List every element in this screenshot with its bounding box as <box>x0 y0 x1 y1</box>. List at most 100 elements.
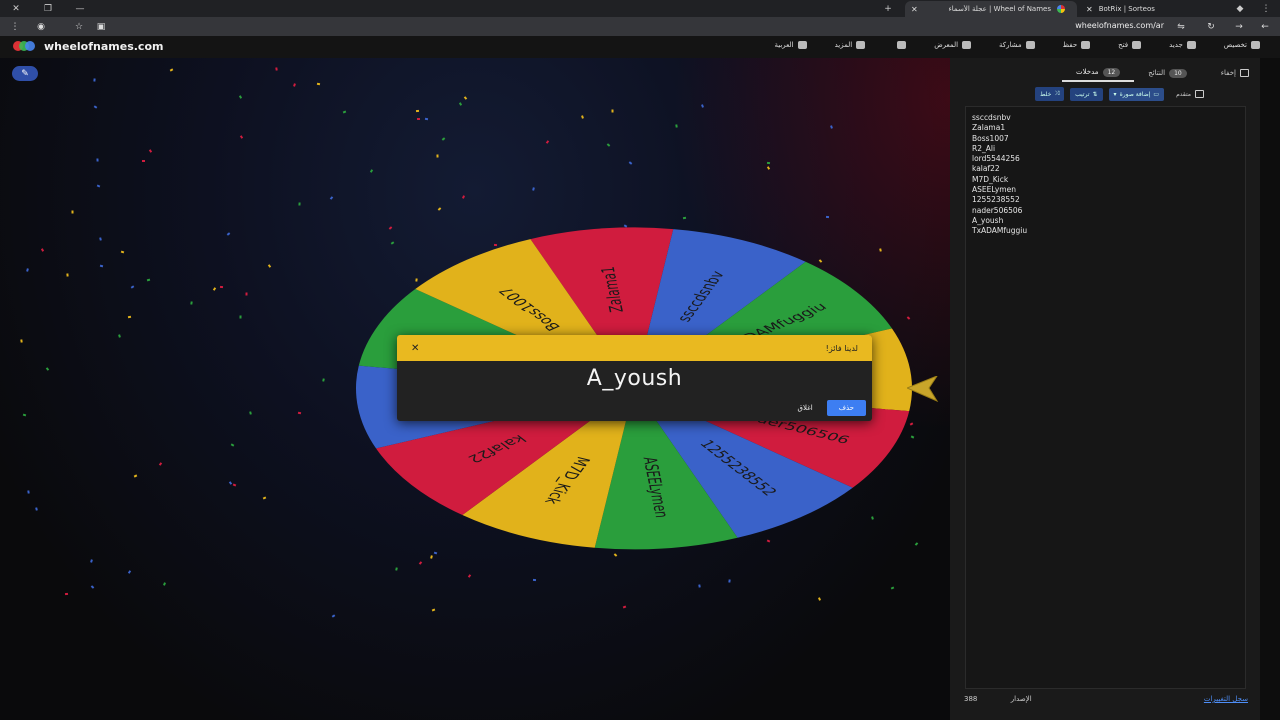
menu-dots-icon[interactable]: ⋮ <box>1258 4 1274 14</box>
confetti-piece <box>698 584 701 588</box>
confetti-piece <box>96 158 99 162</box>
shuffle-button[interactable]: ⤨ خلط <box>1034 87 1065 101</box>
menu-item-4[interactable]: مشاركة <box>999 41 1035 49</box>
url-text[interactable]: wheelofnames.com/ar <box>1075 21 1164 30</box>
tab-entries[interactable]: 12 مدخلات <box>1062 64 1135 82</box>
confetti-piece <box>26 268 29 272</box>
confetti-piece <box>430 555 433 559</box>
confetti-piece <box>118 334 121 338</box>
logo-text[interactable]: wheelofnames.com <box>44 40 163 53</box>
sort-button[interactable]: ⇅ ترتيب <box>1070 87 1103 101</box>
menu-item-3[interactable]: حفظ <box>1063 41 1091 49</box>
confetti-piece <box>890 586 895 590</box>
confetti-piece <box>766 161 771 165</box>
confetti-piece <box>90 585 95 589</box>
back-icon[interactable]: ← <box>1256 22 1274 32</box>
confetti-piece <box>461 195 466 199</box>
confetti-piece <box>163 582 166 586</box>
entry-line: A_yoush <box>972 215 1004 225</box>
hide-checkbox[interactable] <box>1240 69 1249 77</box>
chevron-down-icon: ▾ <box>1113 90 1117 98</box>
confetti-piece <box>298 202 301 206</box>
close-button[interactable]: اغلاق <box>798 404 813 412</box>
confetti-piece <box>437 207 442 211</box>
menu-item-6[interactable] <box>893 41 907 49</box>
close-window-icon[interactable]: ✕ <box>8 4 24 14</box>
changelog-link[interactable]: سجل التغييرات <box>1204 695 1248 703</box>
confetti-piece <box>239 135 244 139</box>
minimize-window-icon[interactable]: — <box>72 4 88 14</box>
restore-window-icon[interactable]: ❐ <box>40 4 56 14</box>
menu-item-5[interactable]: المعرض <box>934 41 972 49</box>
palette-icon <box>1251 41 1260 49</box>
advanced-checkbox[interactable] <box>1195 90 1204 98</box>
hide-toggle[interactable]: إخفاء <box>1221 69 1257 77</box>
confetti-piece <box>436 154 439 158</box>
logo-icon[interactable] <box>12 40 36 52</box>
entry-line: TxADAMfuggiu <box>972 226 1028 236</box>
confetti-piece <box>416 117 421 121</box>
entries-toolbar: متقدم ▭ إضافة صورة ▾ ⇅ ترتيب ⤨ خلط <box>964 87 1204 101</box>
menu-item-1[interactable]: جديد <box>1169 41 1196 49</box>
confetti-piece <box>415 109 420 113</box>
entries-textarea[interactable]: ssccdsnbv Zalama1 Boss1007 R2_Ali lord554425… <box>965 106 1246 689</box>
menu-item-label: حفظ <box>1062 41 1078 49</box>
tab-close-icon[interactable]: ✕ <box>1086 5 1093 14</box>
star-icon[interactable]: ☆ <box>70 22 88 32</box>
menu-item-label: العربية <box>774 41 794 49</box>
scrollbar[interactable] <box>1260 58 1280 720</box>
confetti-piece <box>275 67 278 71</box>
confetti-piece <box>532 578 537 582</box>
tab-label: BotRix | Sorteos <box>1098 5 1155 13</box>
confetti-piece <box>606 143 611 147</box>
pencil-icon: ✎ <box>21 68 29 79</box>
confetti-piece <box>238 95 243 99</box>
confetti-piece <box>825 215 830 219</box>
confetti-piece <box>148 149 153 153</box>
confetti-piece <box>27 490 30 494</box>
confetti-piece <box>322 378 325 382</box>
advanced-toggle[interactable]: متقدم <box>1176 90 1204 98</box>
confetti-piece <box>93 78 96 82</box>
version-info: 388 الإصدار <box>964 695 1032 703</box>
confetti-piece <box>424 117 429 121</box>
hide-label: إخفاء <box>1220 69 1236 77</box>
confetti-piece <box>99 237 102 241</box>
remove-button[interactable]: حذف <box>826 400 866 416</box>
entry-line: R2_Ali <box>972 143 996 153</box>
site-settings-icon[interactable]: ⇋ <box>1172 22 1190 32</box>
menu-icon[interactable]: ⋮ <box>6 22 24 32</box>
tab-results[interactable]: 10 النتائج <box>1134 64 1201 82</box>
confetti-piece <box>158 462 163 466</box>
browser-tab-active[interactable]: ✕ Wheel of Names | عجلة الأسماء <box>905 1 1077 17</box>
confetti-piece <box>581 115 584 119</box>
add-image-button[interactable]: ▭ إضافة صورة ▾ <box>1108 87 1165 101</box>
menu-item-0[interactable]: تخصيص <box>1224 41 1260 49</box>
edit-pencil-button[interactable]: ✎ <box>12 66 38 81</box>
results-badge: 10 <box>1169 68 1187 78</box>
menu-item-2[interactable]: فتح <box>1118 41 1142 49</box>
screenshot-icon[interactable]: ▣ <box>92 22 110 32</box>
new-tab-icon[interactable]: + <box>880 4 896 14</box>
globe-icon <box>797 41 807 49</box>
confetti-piece <box>133 474 138 478</box>
advanced-label: متقدم <box>1176 90 1191 98</box>
menu-item-7[interactable]: المزيد <box>835 41 866 49</box>
confetti-piece <box>249 411 252 415</box>
sort-label: ترتيب <box>1075 90 1090 98</box>
close-icon[interactable]: ✕ <box>411 343 419 354</box>
menu-item-label: جديد <box>1169 41 1183 49</box>
confetti-piece <box>418 561 423 565</box>
profile-icon[interactable]: ◆ <box>1232 4 1248 14</box>
tab-close-icon[interactable]: ✕ <box>911 5 918 14</box>
menu-item-8[interactable]: العربية <box>774 41 807 49</box>
eye-icon[interactable]: ◉ <box>32 22 50 32</box>
confetti-piece <box>226 232 231 236</box>
forward-icon[interactable]: → <box>1230 22 1248 32</box>
browser-tab[interactable]: ✕ BotRix | Sorteos <box>1080 1 1190 17</box>
confetti-piece <box>40 248 45 252</box>
confetti-piece <box>99 264 104 268</box>
reload-icon[interactable]: ↻ <box>1202 22 1220 32</box>
confetti-piece <box>316 82 321 86</box>
confetti-piece <box>682 216 687 220</box>
